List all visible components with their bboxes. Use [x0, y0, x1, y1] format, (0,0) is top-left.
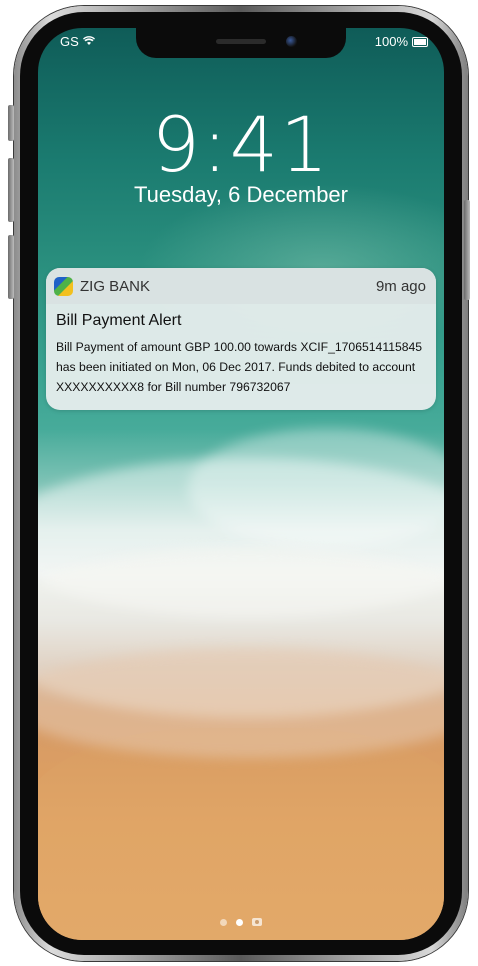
volume-up-button [8, 158, 14, 222]
speaker-grille [216, 39, 266, 44]
notification-title: Bill Payment Alert [56, 312, 182, 329]
status-bar-right: 100% [375, 34, 428, 49]
power-button [464, 200, 470, 300]
wifi-icon [82, 34, 95, 49]
notification-app-name: ZIG BANK [80, 278, 151, 295]
carrier-label: GS [60, 34, 79, 49]
notification-header: ZIG BANK 9m ago [46, 268, 436, 304]
zig-bank-logo-icon [54, 277, 73, 296]
silent-switch [8, 105, 14, 141]
battery-icon [412, 36, 428, 47]
camera-icon[interactable] [252, 918, 262, 926]
beach-sand [38, 728, 444, 940]
lock-time: 9:41 [151, 100, 331, 189]
notification-body: Bill Payment of amount GBP 100.00 toward… [56, 340, 423, 394]
front-camera [286, 36, 297, 47]
wave-foam [38, 648, 444, 758]
page-dot [220, 918, 227, 926]
page-indicator [38, 918, 444, 926]
notification-card[interactable]: ZIG BANK 9m ago Bill Payment Alert Bill … [46, 268, 436, 410]
status-bar-left: GS [60, 34, 95, 49]
notification-time: 9m ago [375, 278, 426, 295]
notch [136, 28, 346, 58]
battery-percentage: 100% [374, 34, 408, 49]
page: GS 100% 9:41 Tuesday, 6 December ZIG BAN… [0, 0, 478, 966]
lock-screen: GS 100% 9:41 Tuesday, 6 December ZIG BAN… [38, 28, 444, 940]
volume-down-button [8, 235, 14, 299]
lock-date: Tuesday, 6 December [134, 182, 348, 207]
page-dot-active [236, 918, 243, 926]
